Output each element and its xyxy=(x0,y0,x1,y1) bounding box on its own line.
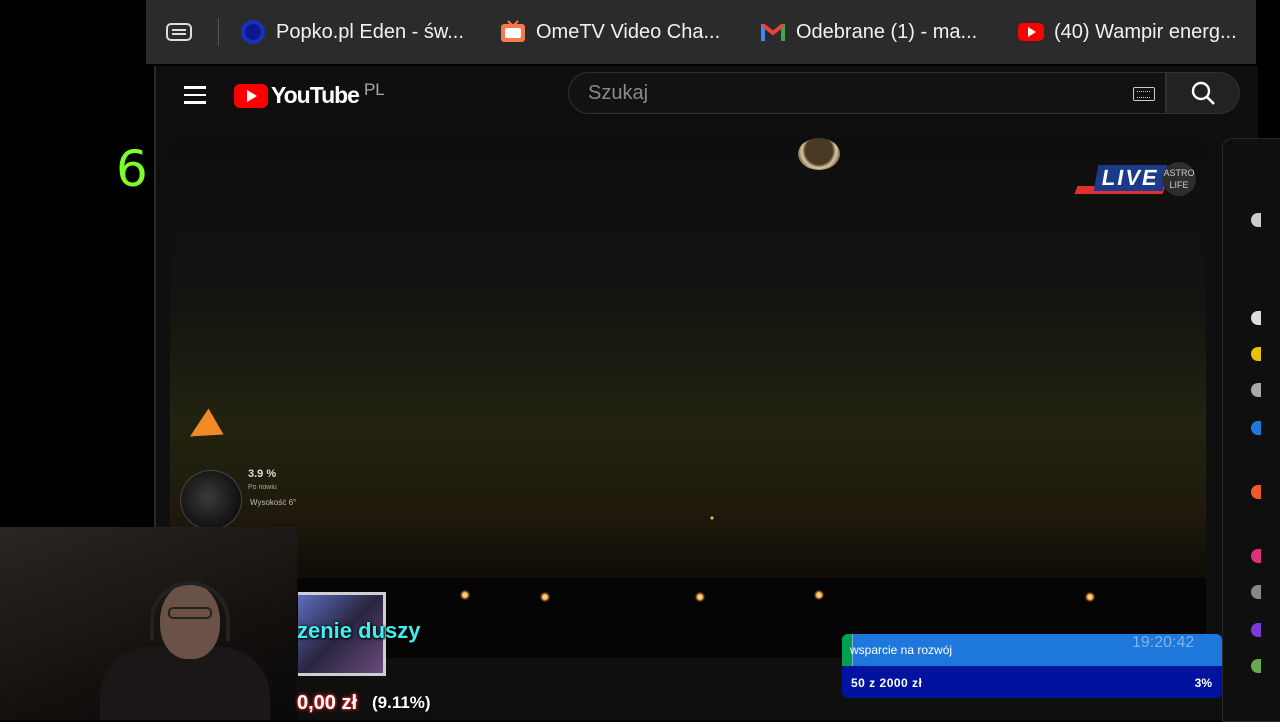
donation-percent: (9.11%) xyxy=(372,693,431,712)
now-playing-title: zenie duszy xyxy=(297,618,421,643)
goal-sum: 50 z 2000 zł xyxy=(851,676,923,690)
right-sidebar xyxy=(1222,138,1280,722)
country-code: PL xyxy=(363,79,385,99)
search-icon xyxy=(1191,81,1215,105)
search-button[interactable] xyxy=(1166,72,1240,114)
live-badge: LIVE ASTRO LIFE xyxy=(1074,158,1196,222)
youtube-header: YouTube PL xyxy=(156,66,1258,124)
goal-title: wsparcie na rozwój xyxy=(850,643,953,657)
direction-arrow-icon xyxy=(182,408,224,450)
astro-life-logo: ASTRO LIFE xyxy=(1162,162,1196,196)
bookmark-label: (40) Wampir energ... xyxy=(1054,20,1237,43)
bookmark-popko[interactable]: Popko.pl Eden - św... xyxy=(240,16,464,48)
headset-icon xyxy=(150,581,230,641)
moon-crescent xyxy=(798,138,840,170)
donation-amount: 0,00 zł xyxy=(297,692,358,714)
keyboard-icon[interactable] xyxy=(1133,87,1155,101)
bookmark-label: Popko.pl Eden - św... xyxy=(276,20,464,43)
bookmark-youtube[interactable]: (40) Wampir energ... xyxy=(1018,16,1237,48)
ometv-icon xyxy=(500,19,526,45)
donation-goal-widget: wsparcie na rozwój 19:20:42 50 z 2000 zł… xyxy=(842,634,1222,698)
tab-switcher-icon xyxy=(166,19,192,45)
video-player[interactable]: LIVE ASTRO LIFE 3.9 % Po nowiu Wysokość 6… xyxy=(170,138,1206,658)
youtube-logo-text: YouTube xyxy=(271,82,360,108)
live-label: LIVE xyxy=(1093,165,1168,191)
menu-icon[interactable] xyxy=(184,86,206,104)
webcam-feed xyxy=(0,527,297,720)
counter-number: 6 xyxy=(116,140,148,198)
moon-phase-widget: 3.9 % Po nowiu Wysokość 6° xyxy=(180,468,310,530)
youtube-logo[interactable]: YouTube PL xyxy=(234,79,385,109)
bookmark-ometv[interactable]: OmeTV Video Cha... xyxy=(500,16,720,48)
bookmarks-separator xyxy=(218,18,219,46)
bookmark-label: Odebrane (1) - ma... xyxy=(796,20,978,43)
bookmarks-bar: Popko.pl Eden - św... OmeTV Video Cha...… xyxy=(146,0,1256,64)
moon-illumination: 3.9 % Po nowiu xyxy=(248,468,277,491)
clock-time: 19:20:42 xyxy=(1132,634,1195,651)
moon-phase-icon xyxy=(180,470,242,530)
bookmark-label: OmeTV Video Cha... xyxy=(536,20,721,43)
tab-switcher-button[interactable] xyxy=(166,16,202,48)
eden-globe-icon xyxy=(240,19,266,45)
moon-altitude: Wysokość 6° xyxy=(250,498,297,507)
goal-percent: 3% xyxy=(1194,676,1212,690)
gmail-icon xyxy=(760,19,786,45)
youtube-play-icon xyxy=(234,83,268,108)
search-input[interactable] xyxy=(586,81,1110,106)
bookmark-gmail[interactable]: Odebrane (1) - ma... xyxy=(760,16,977,48)
search-box xyxy=(568,72,1166,114)
youtube-icon xyxy=(1018,19,1044,45)
